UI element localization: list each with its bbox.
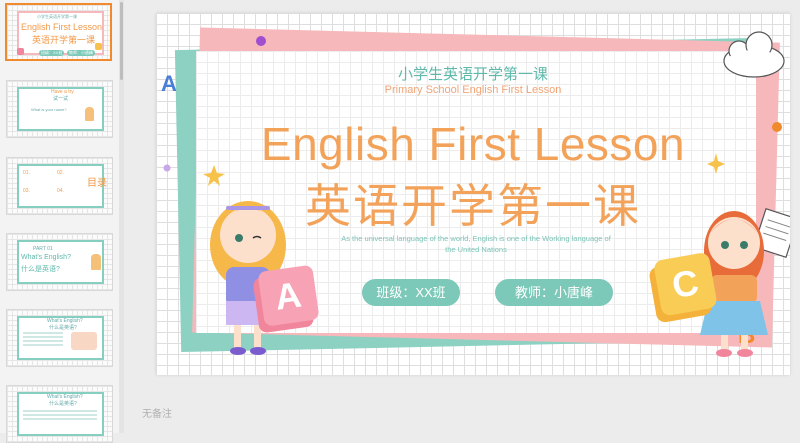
thumb-2-character xyxy=(85,107,94,121)
thumb-5-text-lines xyxy=(23,332,63,334)
thumb-1-title-cn: 英语开学第一课 xyxy=(32,35,96,45)
teacher-pill[interactable]: 教师：小唐峰 xyxy=(495,279,613,306)
thumb-2-text: What is your name? xyxy=(31,107,67,112)
letter-block-c: C xyxy=(649,253,717,323)
purple-dot-icon xyxy=(256,36,266,46)
slide-thumbnail-3[interactable]: 01. 02. 03. 04. 目录 xyxy=(6,157,113,215)
slide-thumbnail-4[interactable]: PART 01 What's English? 什么是英语? xyxy=(6,233,113,291)
slide-editor: A B xyxy=(124,0,800,433)
thumb-1-class: 班级：XX班 xyxy=(39,50,65,56)
thumb-1-subtitle: 小学生英语开学第一课 xyxy=(37,14,77,19)
slide-thumbnail-6[interactable]: What's English? 什么是英语? xyxy=(6,385,113,443)
thumb-3-item-4: 04. xyxy=(57,188,64,194)
thumb-3-toc-title: 目录 xyxy=(87,178,107,189)
slide-thumbnail-5[interactable]: What's English? 什么是英语? xyxy=(6,309,113,367)
thumb-1-title-en: English First Lesson xyxy=(21,22,103,32)
slide-thumbnail-2[interactable]: Have a try 试一试 What is your name? xyxy=(6,80,113,138)
slide-subtitle-en[interactable]: Primary School English First Lesson xyxy=(156,84,790,96)
thumb-4-title-cn: 什么是英语? xyxy=(21,266,60,273)
slide-subtitle-cn[interactable]: 小学生英语开学第一课 xyxy=(156,63,790,84)
notes-placeholder[interactable]: 无备注 xyxy=(142,405,172,420)
thumb-1-a-block xyxy=(17,48,24,55)
thumb-2-heading-cn: 试一试 xyxy=(53,96,69,102)
thumb-3-item-1: 01. xyxy=(23,170,30,176)
thumb-4-part: PART 01 xyxy=(33,246,53,252)
thumb-1-teacher: 教师：小唐峰 xyxy=(67,50,95,56)
thumb-6-title-cn: 什么是英语? xyxy=(49,401,77,407)
slide-thumbnail-1[interactable]: 小学生英语开学第一课 English First Lesson 英语开学第一课 … xyxy=(5,3,112,61)
thumb-1-c-block xyxy=(95,43,102,50)
thumb-6-text-lines xyxy=(23,410,97,412)
letter-block-a: A xyxy=(253,265,319,333)
thumb-4-character xyxy=(91,254,101,270)
thumb-3-item-2: 02. xyxy=(57,170,64,176)
slide-description[interactable]: As the universal language of the world, … xyxy=(341,233,611,255)
thumb-3-item-3: 03. xyxy=(23,188,30,194)
thumb-5-title-cn: 什么是英语? xyxy=(49,325,77,331)
thumb-4-title-en: What's English? xyxy=(21,254,71,261)
slide-title-cn[interactable]: 英语开学第一课 xyxy=(156,170,790,236)
thumb-5-image xyxy=(71,332,97,350)
slide-canvas[interactable]: A B xyxy=(156,13,790,375)
slide-title-en[interactable]: English First Lesson xyxy=(156,117,790,171)
slide-thumbnail-panel: 小学生英语开学第一课 English First Lesson 英语开学第一课 … xyxy=(0,0,124,443)
thumbnail-scrollbar-thumb[interactable] xyxy=(120,2,123,80)
class-pill[interactable]: 班级：XX班 xyxy=(362,279,460,306)
